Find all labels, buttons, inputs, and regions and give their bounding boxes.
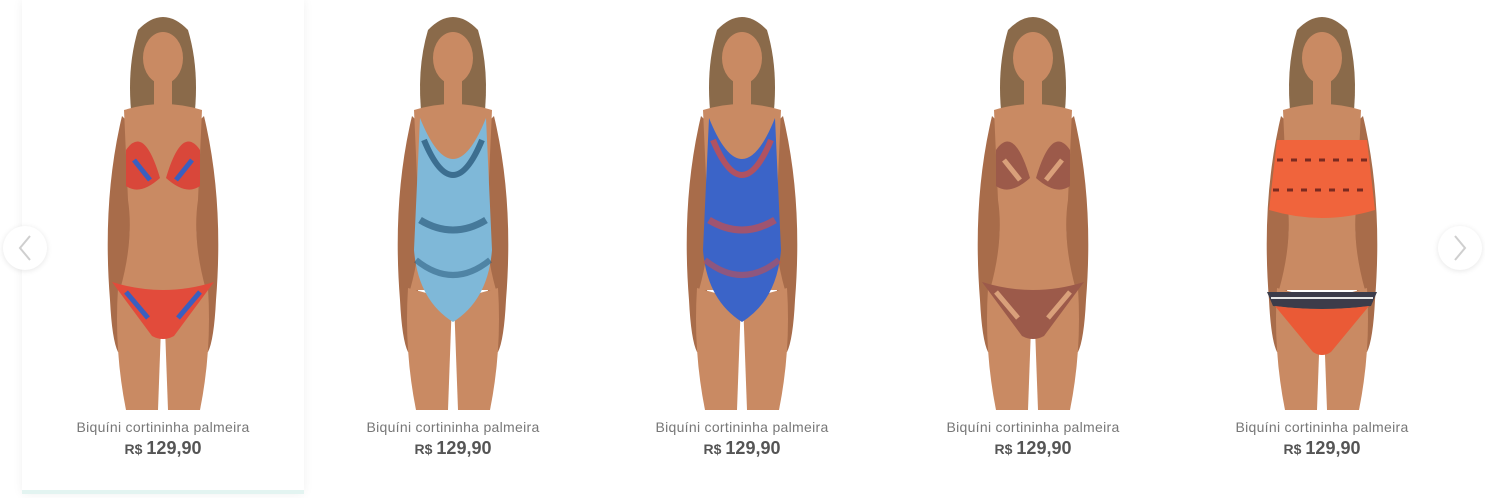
price-currency: R$ (124, 441, 143, 457)
product-name[interactable]: Biquíni cortininha palmeira (22, 419, 304, 435)
price-amount: 129,90 (725, 438, 781, 458)
product-image[interactable] (22, 0, 304, 410)
price-currency: R$ (414, 441, 433, 457)
product-price: R$ 129,90 (892, 438, 1174, 459)
chevron-right-icon (1453, 234, 1467, 262)
product-price: R$ 129,90 (312, 438, 594, 459)
product-image[interactable] (601, 0, 883, 410)
carousel-prev-button[interactable] (3, 226, 47, 270)
product-price: R$ 129,90 (601, 438, 883, 459)
product-name[interactable]: Biquíni cortininha palmeira (1181, 419, 1463, 435)
product-image[interactable] (1181, 0, 1463, 410)
product-card[interactable]: Biquíni cortininha palmeira R$ 129,90 (601, 0, 883, 494)
product-image[interactable] (892, 0, 1174, 410)
product-name[interactable]: Biquíni cortininha palmeira (892, 419, 1174, 435)
product-name[interactable]: Biquíni cortininha palmeira (601, 419, 883, 435)
product-card[interactable]: Biquíni cortininha palmeira R$ 129,90 (22, 0, 304, 494)
product-price: R$ 129,90 (22, 438, 304, 459)
product-price: R$ 129,90 (1181, 438, 1463, 459)
product-card[interactable]: Biquíni cortininha palmeira R$ 129,90 (312, 0, 594, 494)
carousel-next-button[interactable] (1438, 226, 1482, 270)
price-amount: 129,90 (146, 438, 202, 458)
product-carousel: Biquíni cortininha palmeira R$ 129,90 Biq… (0, 0, 1485, 498)
price-amount: 129,90 (436, 438, 492, 458)
price-currency: R$ (1283, 441, 1302, 457)
product-card[interactable]: Biquíni cortininha palmeira R$ 129,90 (1181, 0, 1463, 494)
product-name[interactable]: Biquíni cortininha palmeira (312, 419, 594, 435)
price-currency: R$ (703, 441, 722, 457)
price-currency: R$ (994, 441, 1013, 457)
product-image[interactable] (312, 0, 594, 410)
chevron-left-icon (18, 234, 32, 262)
price-amount: 129,90 (1016, 438, 1072, 458)
price-amount: 129,90 (1305, 438, 1361, 458)
product-card[interactable]: Biquíni cortininha palmeira R$ 129,90 (892, 0, 1174, 494)
